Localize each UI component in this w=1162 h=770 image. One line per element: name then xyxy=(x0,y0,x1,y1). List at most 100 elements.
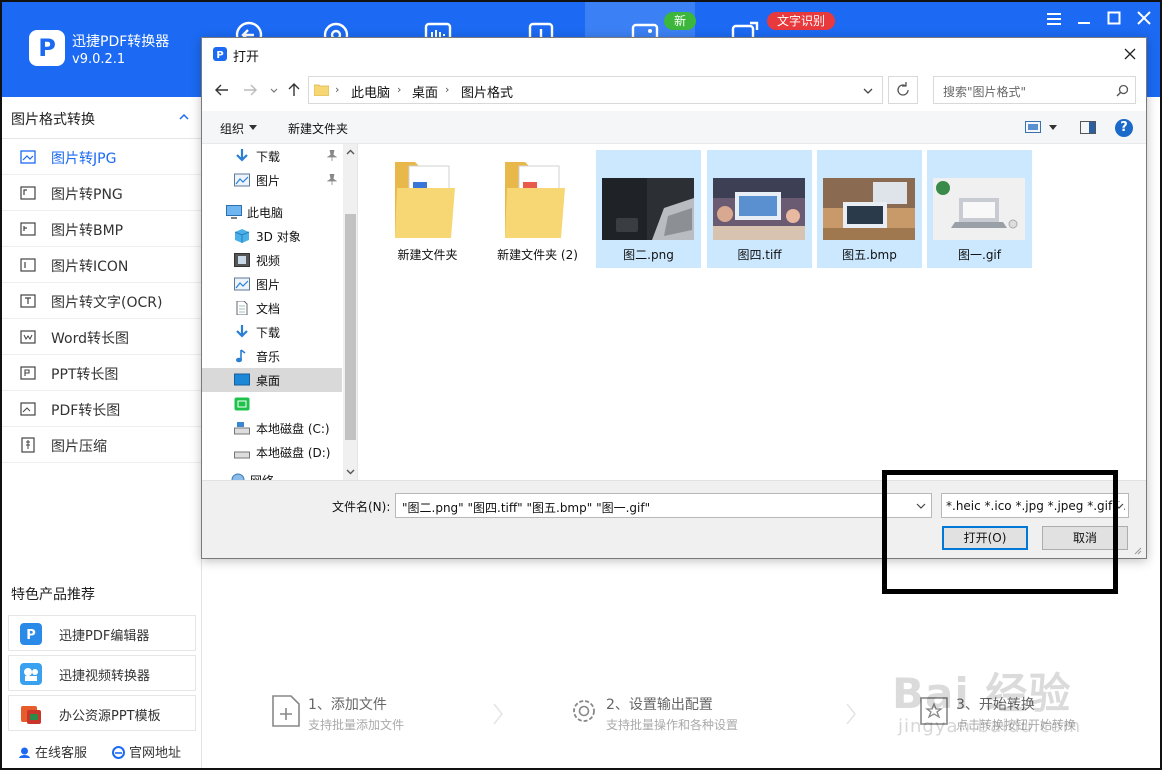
filename-label: 文件名(N): xyxy=(332,500,391,514)
app-name: 迅捷PDF转换器 xyxy=(72,34,170,50)
organize-menu[interactable]: 组织 xyxy=(220,120,244,137)
document-icon xyxy=(236,301,248,315)
chevron-down-icon[interactable] xyxy=(861,85,875,97)
nav-label: 桌面 xyxy=(256,374,281,388)
featured-title: 特色产品推荐 xyxy=(11,587,95,603)
pin-icon[interactable] xyxy=(327,174,337,185)
breadcrumb-image-format[interactable]: 图片格式 xyxy=(461,82,513,101)
caret-down-icon[interactable] xyxy=(1049,125,1057,131)
website-label: 官网地址 xyxy=(129,746,182,761)
back-arrow-icon[interactable] xyxy=(214,82,230,98)
featured-pdf-editor[interactable]: P 迅捷PDF编辑器 xyxy=(8,615,196,651)
up-arrow-icon[interactable] xyxy=(286,82,302,98)
maximize-icon[interactable] xyxy=(1102,8,1126,32)
nav-desktop[interactable]: 桌面 xyxy=(202,368,342,392)
dialog-title-bar[interactable]: P 打开 xyxy=(202,38,1146,70)
scroll-up-icon[interactable] xyxy=(346,148,355,157)
sidebar-item-ppt-to-long-image[interactable]: PPT转长图 xyxy=(2,355,202,391)
breadcrumb-desktop[interactable]: 桌面 xyxy=(412,82,438,101)
online-service-link[interactable]: 在线客服 xyxy=(18,742,87,761)
minimize-icon[interactable] xyxy=(1072,8,1096,32)
nav-scrollbar[interactable] xyxy=(343,144,357,480)
nav-app-shortcut[interactable] xyxy=(202,392,342,416)
picture-icon xyxy=(234,277,250,291)
sidebar-item-image-to-icon[interactable]: 图片转ICON xyxy=(2,247,202,283)
sidebar-item-image-to-bmp[interactable]: 图片转BMP xyxy=(2,211,202,247)
word-icon xyxy=(20,330,36,344)
sidebar-item-pdf-to-long-image[interactable]: PDF转长图 xyxy=(2,391,202,427)
file-item-image[interactable]: 图五.bmp xyxy=(817,150,922,268)
sidebar-item-label: PPT转长图 xyxy=(51,367,119,383)
nav-label: 下载 xyxy=(256,326,281,340)
file-item-folder[interactable]: 新建文件夹 (2) xyxy=(485,150,590,268)
folder-with-files-icon xyxy=(505,162,565,238)
step-title: 2、设置输出配置 xyxy=(606,697,713,713)
sidebar-item-label: 图片转JPG xyxy=(51,151,117,167)
nav-label: 此电脑 xyxy=(247,206,284,220)
nav-pictures[interactable]: 图片 xyxy=(202,272,342,296)
step-desc: 支持批量添加文件 xyxy=(308,718,405,732)
jpg-icon xyxy=(20,150,36,164)
menu-icon[interactable] xyxy=(1042,8,1066,32)
featured-ppt-templates[interactable]: 办公资源PPT模板 xyxy=(8,695,196,731)
refresh-button[interactable] xyxy=(888,76,918,104)
picture-icon xyxy=(234,173,250,187)
chevron-up-icon[interactable] xyxy=(178,111,190,123)
nav-scroll-thumb[interactable] xyxy=(345,214,356,440)
sidebar-item-image-to-png[interactable]: 图片转PNG xyxy=(2,175,202,211)
sidebar-item-image-to-text-ocr[interactable]: 图片转文字(OCR) xyxy=(2,283,202,319)
search-input[interactable]: 搜索"图片格式" xyxy=(933,76,1136,104)
nav-quick-pictures[interactable]: 图片 xyxy=(202,168,342,192)
file-item-image[interactable]: 图二.png xyxy=(596,150,701,268)
dialog-title: 打开 xyxy=(233,50,260,65)
close-app-icon[interactable] xyxy=(1132,8,1156,32)
nav-quick-downloads[interactable]: 下载 xyxy=(202,144,342,168)
dialog-toolbar: 组织 新建文件夹 ? xyxy=(202,111,1146,144)
preview-pane-icon[interactable] xyxy=(1080,121,1096,134)
nav-music[interactable]: 音乐 xyxy=(202,344,342,368)
nav-label: 视频 xyxy=(256,254,281,268)
nav-this-pc[interactable]: 此电脑 xyxy=(202,200,342,224)
nav-downloads[interactable]: 下载 xyxy=(202,320,342,344)
caret-down-icon[interactable] xyxy=(249,125,257,131)
nav-network[interactable]: 网络 xyxy=(202,468,342,480)
view-options-icon[interactable] xyxy=(1025,121,1041,133)
nav-videos[interactable]: 视频 xyxy=(202,248,342,272)
scroll-down-icon[interactable] xyxy=(346,467,355,476)
sidebar-item-image-to-jpg[interactable]: 图片转JPG xyxy=(2,139,202,175)
featured-video-converter[interactable]: 迅捷视频转换器 xyxy=(8,655,196,691)
help-icon[interactable]: ? xyxy=(1115,119,1133,137)
step-desc: 支持批量操作和各种设置 xyxy=(606,718,739,732)
new-folder-button[interactable]: 新建文件夹 xyxy=(288,120,348,137)
nav-drive-c[interactable]: 本地磁盘 (C:) xyxy=(202,416,342,440)
breadcrumb-this-pc[interactable]: 此电脑 xyxy=(351,82,390,101)
file-item-image[interactable]: 图一.gif xyxy=(927,150,1032,268)
step-desc: 点击转换按钮开始转换 xyxy=(956,718,1077,732)
nav-documents[interactable]: 文档 xyxy=(202,296,342,320)
ppt-icon xyxy=(20,366,36,380)
website-link[interactable]: 官网地址 xyxy=(112,742,181,761)
close-icon[interactable] xyxy=(1120,44,1140,64)
filename-input[interactable]: "图二.png" "图四.tiff" "图五.bmp" "图一.gif" xyxy=(395,493,932,518)
recent-locations-icon[interactable] xyxy=(266,82,282,98)
resize-grip-icon[interactable] xyxy=(1132,545,1142,555)
sidebar-item-image-compress[interactable]: 图片压缩 xyxy=(2,427,202,463)
nav-3d-objects[interactable]: 3D 对象 xyxy=(202,224,342,248)
sidebar-header[interactable]: 图片格式转换 xyxy=(2,97,202,139)
download-arrow-icon xyxy=(236,149,248,162)
app-version: v9.0.2.1 xyxy=(72,52,126,67)
file-name: 新建文件夹 xyxy=(397,248,458,262)
nav-label: 本地磁盘 (D:) xyxy=(256,446,331,460)
app-shortcut-icon xyxy=(234,397,250,411)
pin-icon[interactable] xyxy=(327,150,337,161)
address-bar[interactable]: › 此电脑 › 桌面 › 图片格式 xyxy=(308,76,883,104)
desktop-icon xyxy=(234,373,250,386)
file-name: 图五.bmp xyxy=(842,248,897,262)
file-item-folder[interactable]: 新建文件夹 xyxy=(375,150,480,268)
refresh-icon xyxy=(897,82,909,96)
bmp-icon xyxy=(20,222,36,236)
file-item-image[interactable]: 图四.tiff xyxy=(707,150,812,268)
nav-drive-d[interactable]: 本地磁盘 (D:) xyxy=(202,440,342,464)
sidebar-item-word-to-long-image[interactable]: Word转长图 xyxy=(2,319,202,355)
forward-arrow-icon[interactable] xyxy=(242,82,258,98)
